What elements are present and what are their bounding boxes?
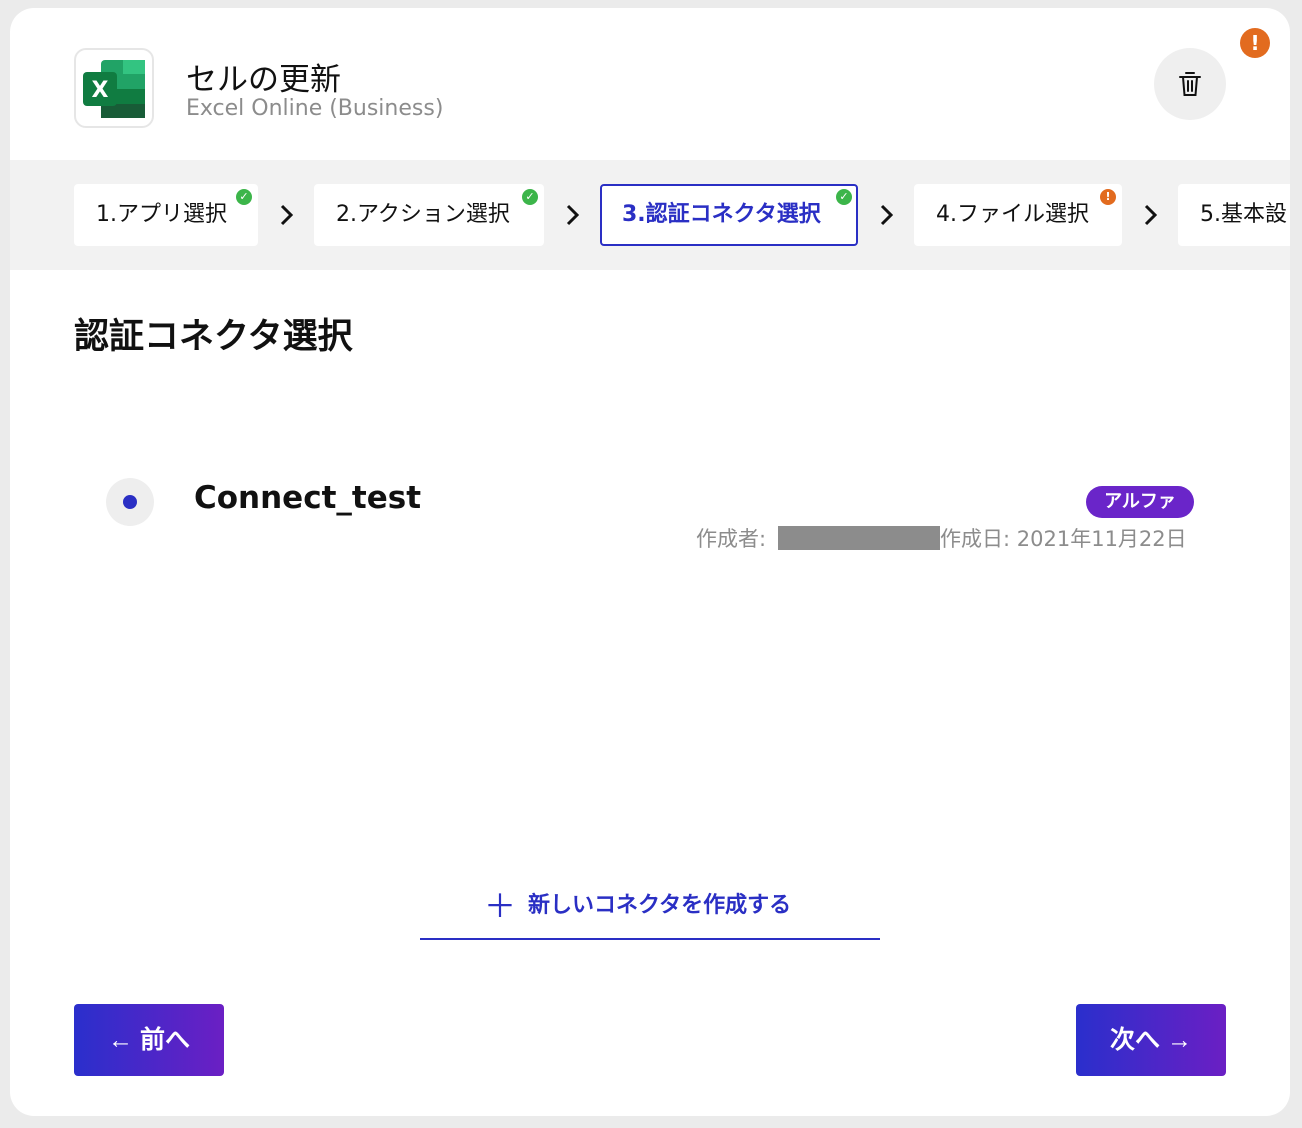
excel-icon: X xyxy=(74,48,154,128)
chevron-right-icon xyxy=(566,204,580,226)
step-label: 5.基本設 xyxy=(1200,202,1287,227)
page-title: セルの更新 xyxy=(186,62,341,98)
plus-icon: ＋ xyxy=(484,887,517,925)
created-date: 作成日: 2021年11月22日 xyxy=(940,523,1187,553)
step-label: 4.ファイル選択 xyxy=(936,202,1089,227)
create-connector-button[interactable]: ＋ 新しいコネクタを作成する xyxy=(420,874,880,940)
check-icon: ✓ xyxy=(522,189,538,205)
created-by-label: 作成者: xyxy=(696,527,767,551)
page-subtitle: Excel Online (Business) xyxy=(186,96,444,121)
trash-icon xyxy=(1179,72,1201,96)
created-on-label: 作成日: xyxy=(940,527,1011,551)
chevron-right-icon xyxy=(1144,204,1158,226)
step-label: 2.アクション選択 xyxy=(336,202,510,227)
section-title: 認証コネクタ選択 xyxy=(74,317,353,357)
chevron-right-icon xyxy=(880,204,894,226)
svg-text:X: X xyxy=(92,78,109,103)
step-file-select[interactable]: 4.ファイル選択 ! xyxy=(914,184,1122,246)
check-icon: ✓ xyxy=(236,189,252,205)
dialog-card: X セルの更新 Excel Online (Business) ! 1.アプリ選… xyxy=(10,8,1290,1116)
step-app-select[interactable]: 1.アプリ選択 ✓ xyxy=(74,184,258,246)
delete-button[interactable] xyxy=(1154,48,1226,120)
prev-button[interactable]: ← 前へ xyxy=(74,1004,224,1076)
step-label: 3.認証コネクタ選択 xyxy=(622,202,821,227)
next-button[interactable]: 次へ → xyxy=(1076,1004,1226,1076)
create-connector-label: 新しいコネクタを作成する xyxy=(528,893,792,918)
connector-radio[interactable] xyxy=(106,478,154,526)
stepper: 1.アプリ選択 ✓ 2.アクション選択 ✓ 3.認証コネクタ選択 ✓ 4.ファイ… xyxy=(10,160,1290,270)
created-on-value: 2021年11月22日 xyxy=(1016,527,1187,551)
step-label: 1.アプリ選択 xyxy=(96,202,227,227)
alert-icon: ! xyxy=(1240,28,1270,58)
step-basic-settings[interactable]: 5.基本設 xyxy=(1178,184,1290,246)
chevron-right-icon xyxy=(280,204,294,226)
connector-name[interactable]: Connect_test xyxy=(194,480,421,516)
step-action-select[interactable]: 2.アクション選択 ✓ xyxy=(314,184,544,246)
step-connector-select[interactable]: 3.認証コネクタ選択 ✓ xyxy=(600,184,858,246)
alert-icon: ! xyxy=(1100,189,1116,205)
check-icon: ✓ xyxy=(836,189,852,205)
redacted-author xyxy=(778,526,940,550)
connector-tag: アルファ xyxy=(1086,486,1194,518)
